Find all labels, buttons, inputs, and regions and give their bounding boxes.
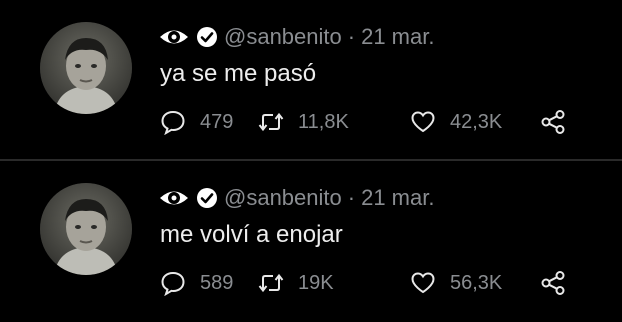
tweet-text: me volví a enojar	[160, 221, 343, 248]
like-count: 42,3K	[450, 110, 503, 133]
reply-icon	[160, 270, 186, 297]
separator-dot: ·	[347, 24, 356, 49]
avatar[interactable]	[40, 22, 132, 114]
tweet[interactable]: @sanbenito · 21 mar. me volví a enojar 5…	[0, 161, 622, 321]
eye-icon	[158, 187, 190, 209]
retweet-button[interactable]: 11,8K	[258, 107, 349, 137]
tweet-header: @sanbenito · 21 mar.	[158, 22, 434, 52]
user-handle[interactable]: @sanbenito	[224, 24, 342, 50]
like-button[interactable]: 56,3K	[410, 268, 502, 298]
reply-count: 589	[200, 271, 234, 294]
retweet-count: 11,8K	[298, 110, 349, 133]
share-button[interactable]	[540, 107, 566, 137]
tweet-text: ya se me pasó	[160, 60, 317, 87]
verified-icon	[196, 187, 218, 209]
tweet-header: @sanbenito · 21 mar.	[158, 183, 434, 213]
tweet-actions: 589 19K 56,3K	[160, 268, 590, 298]
retweet-count: 19K	[298, 271, 334, 294]
reply-count: 479	[200, 110, 234, 133]
reply-icon	[160, 109, 186, 136]
separator-dot: ·	[347, 185, 356, 210]
eye-icon	[158, 26, 190, 48]
tweet-actions: 479 11,8K 42,3K	[160, 107, 590, 137]
avatar[interactable]	[40, 183, 132, 275]
share-icon	[540, 109, 566, 135]
tweet-date[interactable]: 21 mar.	[361, 24, 434, 50]
retweet-icon	[258, 270, 284, 296]
reply-button[interactable]: 589	[160, 268, 233, 298]
verified-icon	[196, 26, 218, 48]
tweet-date[interactable]: 21 mar.	[361, 185, 434, 211]
user-handle[interactable]: @sanbenito	[224, 185, 342, 211]
like-button[interactable]: 42,3K	[410, 107, 502, 137]
share-button[interactable]	[540, 268, 566, 298]
tweet[interactable]: @sanbenito · 21 mar. ya se me pasó 479 1…	[0, 0, 622, 160]
retweet-icon	[258, 109, 284, 135]
reply-button[interactable]: 479	[160, 107, 233, 137]
like-icon	[410, 109, 436, 135]
share-icon	[540, 270, 566, 296]
like-icon	[410, 270, 436, 296]
retweet-button[interactable]: 19K	[258, 268, 334, 298]
like-count: 56,3K	[450, 271, 503, 294]
